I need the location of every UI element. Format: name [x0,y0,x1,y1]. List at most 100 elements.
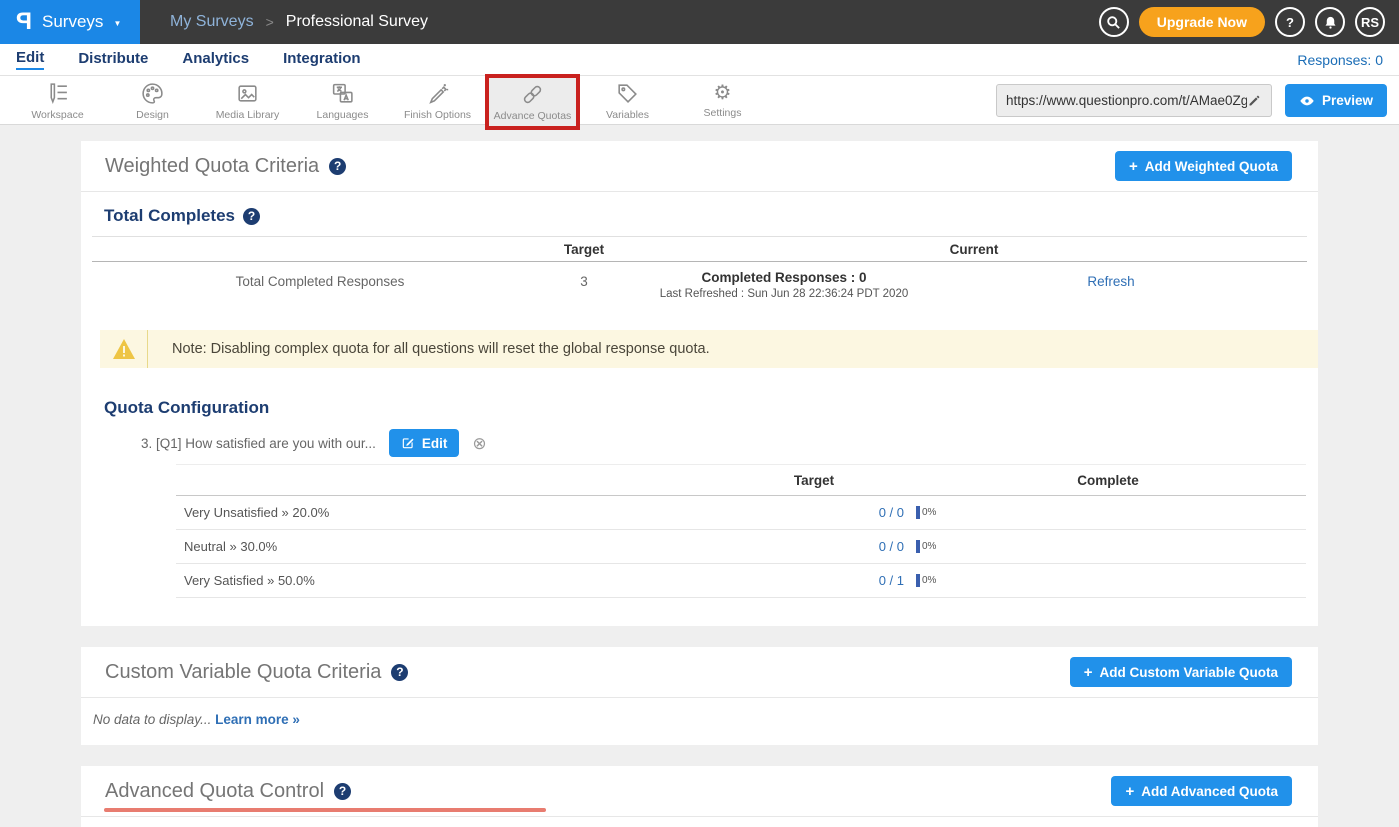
tab-distribute[interactable]: Distribute [78,50,148,69]
product-switcher[interactable]: P Surveys ▼ [0,0,140,44]
current-value-block: Completed Responses : 0 Last Refreshed :… [660,270,909,300]
add-advanced-quota-button[interactable]: + Add Advanced Quota [1111,776,1292,806]
quota-progress: 0% [916,574,936,587]
table-row: Neutral » 30.0% 0 / 0 0% [176,530,1306,564]
toolbar-item-advance-quotas[interactable]: Advance Quotas [485,74,580,130]
help-circle-icon[interactable]: ? [243,208,260,225]
workspace-icon [45,81,70,106]
custom-variable-title: Custom Variable Quota Criteria [105,661,381,684]
table-row: Very Satisfied » 50.0% 0 / 1 0% [176,564,1306,598]
palette-icon [140,81,165,106]
add-custom-variable-quota-label: Add Custom Variable Quota [1099,665,1278,680]
learn-more-link[interactable]: Learn more » [215,712,300,727]
progress-bar [916,540,920,553]
chain-link-icon [520,82,545,107]
quota-configuration-heading: Quota Configuration [104,398,1307,418]
upgrade-now-button[interactable]: Upgrade Now [1139,7,1265,37]
refresh-link[interactable]: Refresh [1087,274,1134,289]
plus-icon: + [1125,783,1134,800]
note-banner: Note: Disabling complex quota for all qu… [100,330,1318,368]
plus-icon: + [1084,664,1093,681]
quota-progress: 0% [916,506,936,519]
toolbar-label: Workspace [31,109,83,121]
tab-integration[interactable]: Integration [283,50,361,69]
toolbar-label: Design [136,109,169,121]
toolbar-label: Finish Options [404,109,471,121]
add-custom-variable-quota-button[interactable]: + Add Custom Variable Quota [1070,657,1292,687]
toolbar-item-languages[interactable]: Languages [295,76,390,125]
add-advanced-quota-label: Add Advanced Quota [1141,784,1278,799]
progress-percent: 0% [922,575,936,586]
total-completes-heading: Total Completes [104,206,235,226]
empty-state-row: No data to display... Learn more » [81,698,1318,745]
search-button[interactable] [1099,7,1129,37]
quota-config-table-header: Target Complete [176,464,1306,496]
bell-icon [1323,15,1338,30]
toolbar-item-workspace[interactable]: Workspace [10,76,105,125]
pen-icon [425,81,450,106]
help-circle-icon[interactable]: ? [329,158,346,175]
image-icon [235,81,260,106]
toolbar-label: Settings [704,107,742,119]
toolbar-label: Media Library [216,109,280,121]
weighted-quota-title-row: Weighted Quota Criteria ? [105,155,346,178]
quota-target-value[interactable]: 0 / 0 [824,505,904,520]
breadcrumb-my-surveys[interactable]: My Surveys [170,13,254,31]
progress-percent: 0% [922,541,936,552]
help-button[interactable]: ? [1275,7,1305,37]
tag-icon [615,81,640,106]
toolbar-item-finish-options[interactable]: Finish Options [390,76,485,125]
tab-edit[interactable]: Edit [16,49,44,70]
total-completed-responses-label: Total Completed Responses [236,274,405,289]
last-refreshed-timestamp: Last Refreshed : Sun Jun 28 22:36:24 PDT… [660,288,909,300]
weighted-quota-card: Weighted Quota Criteria ? + Add Weighted… [81,141,1318,626]
advanced-quota-title-wrap: Advanced Quota Control [105,780,324,803]
quota-target-value[interactable]: 0 / 0 [824,539,904,554]
toolbar-label: Languages [317,109,369,121]
toolbar-item-settings[interactable]: ⚙ Settings [675,76,770,125]
total-completes-section: Total Completes ? Target Current Total C… [92,206,1307,320]
help-circle-icon[interactable]: ? [391,664,408,681]
advanced-quota-title-row: Advanced Quota Control ? [105,780,351,803]
edit-square-icon [401,436,415,450]
add-weighted-quota-label: Add Weighted Quota [1145,159,1278,174]
questionpro-logo-icon: P [16,8,32,36]
notifications-button[interactable] [1315,7,1345,37]
edit-question-quota-button[interactable]: Edit [389,429,460,457]
toolbar-item-variables[interactable]: Variables [580,76,675,125]
top-bar: P Surveys ▼ My Surveys > Professional Su… [0,0,1399,44]
quota-target-value[interactable]: 0 / 1 [824,573,904,588]
search-icon [1106,15,1121,30]
tab-analytics[interactable]: Analytics [182,50,249,69]
total-completes-table-header: Target Current [92,236,1307,262]
column-target: Target [794,473,834,488]
progress-bar [916,506,920,519]
remove-quota-icon[interactable]: ⊗ [472,435,486,452]
add-weighted-quota-button[interactable]: + Add Weighted Quota [1115,151,1292,181]
table-row: Very Unsatisfied » 20.0% 0 / 0 0% [176,496,1306,530]
quota-config-table: Target Complete Very Unsatisfied » 20.0%… [176,464,1306,626]
plus-icon: + [1129,158,1138,175]
survey-url-input[interactable] [1006,93,1247,108]
chevron-down-icon: ▼ [113,19,121,28]
responses-count: Responses: 0 [1297,52,1383,68]
question-label: 3. [Q1] How satisfied are you with our..… [141,436,376,451]
answer-option-label: Neutral » 30.0% [184,539,277,554]
breadcrumb: My Surveys > Professional Survey [170,0,428,44]
gear-icon: ⚙ [714,82,732,104]
weighted-quota-header: Weighted Quota Criteria ? + Add Weighted… [81,141,1318,192]
target-value: 3 [580,274,588,289]
toolbar-item-design[interactable]: Design [105,76,200,125]
answer-option-label: Very Satisfied » 50.0% [184,573,315,588]
help-circle-icon[interactable]: ? [334,783,351,800]
edit-pencil-icon[interactable] [1247,93,1262,108]
warning-triangle-icon [112,338,136,360]
quota-progress: 0% [916,540,936,553]
toolbar-label: Advance Quotas [494,110,572,122]
avatar[interactable]: RS [1355,7,1385,37]
edit-button-label: Edit [422,436,448,451]
toolbar-item-media-library[interactable]: Media Library [200,76,295,125]
edit-toolbar: Workspace Design Media Library Languages… [0,76,1399,125]
preview-button[interactable]: Preview [1285,84,1387,117]
advanced-quota-title: Advanced Quota Control [105,780,324,802]
